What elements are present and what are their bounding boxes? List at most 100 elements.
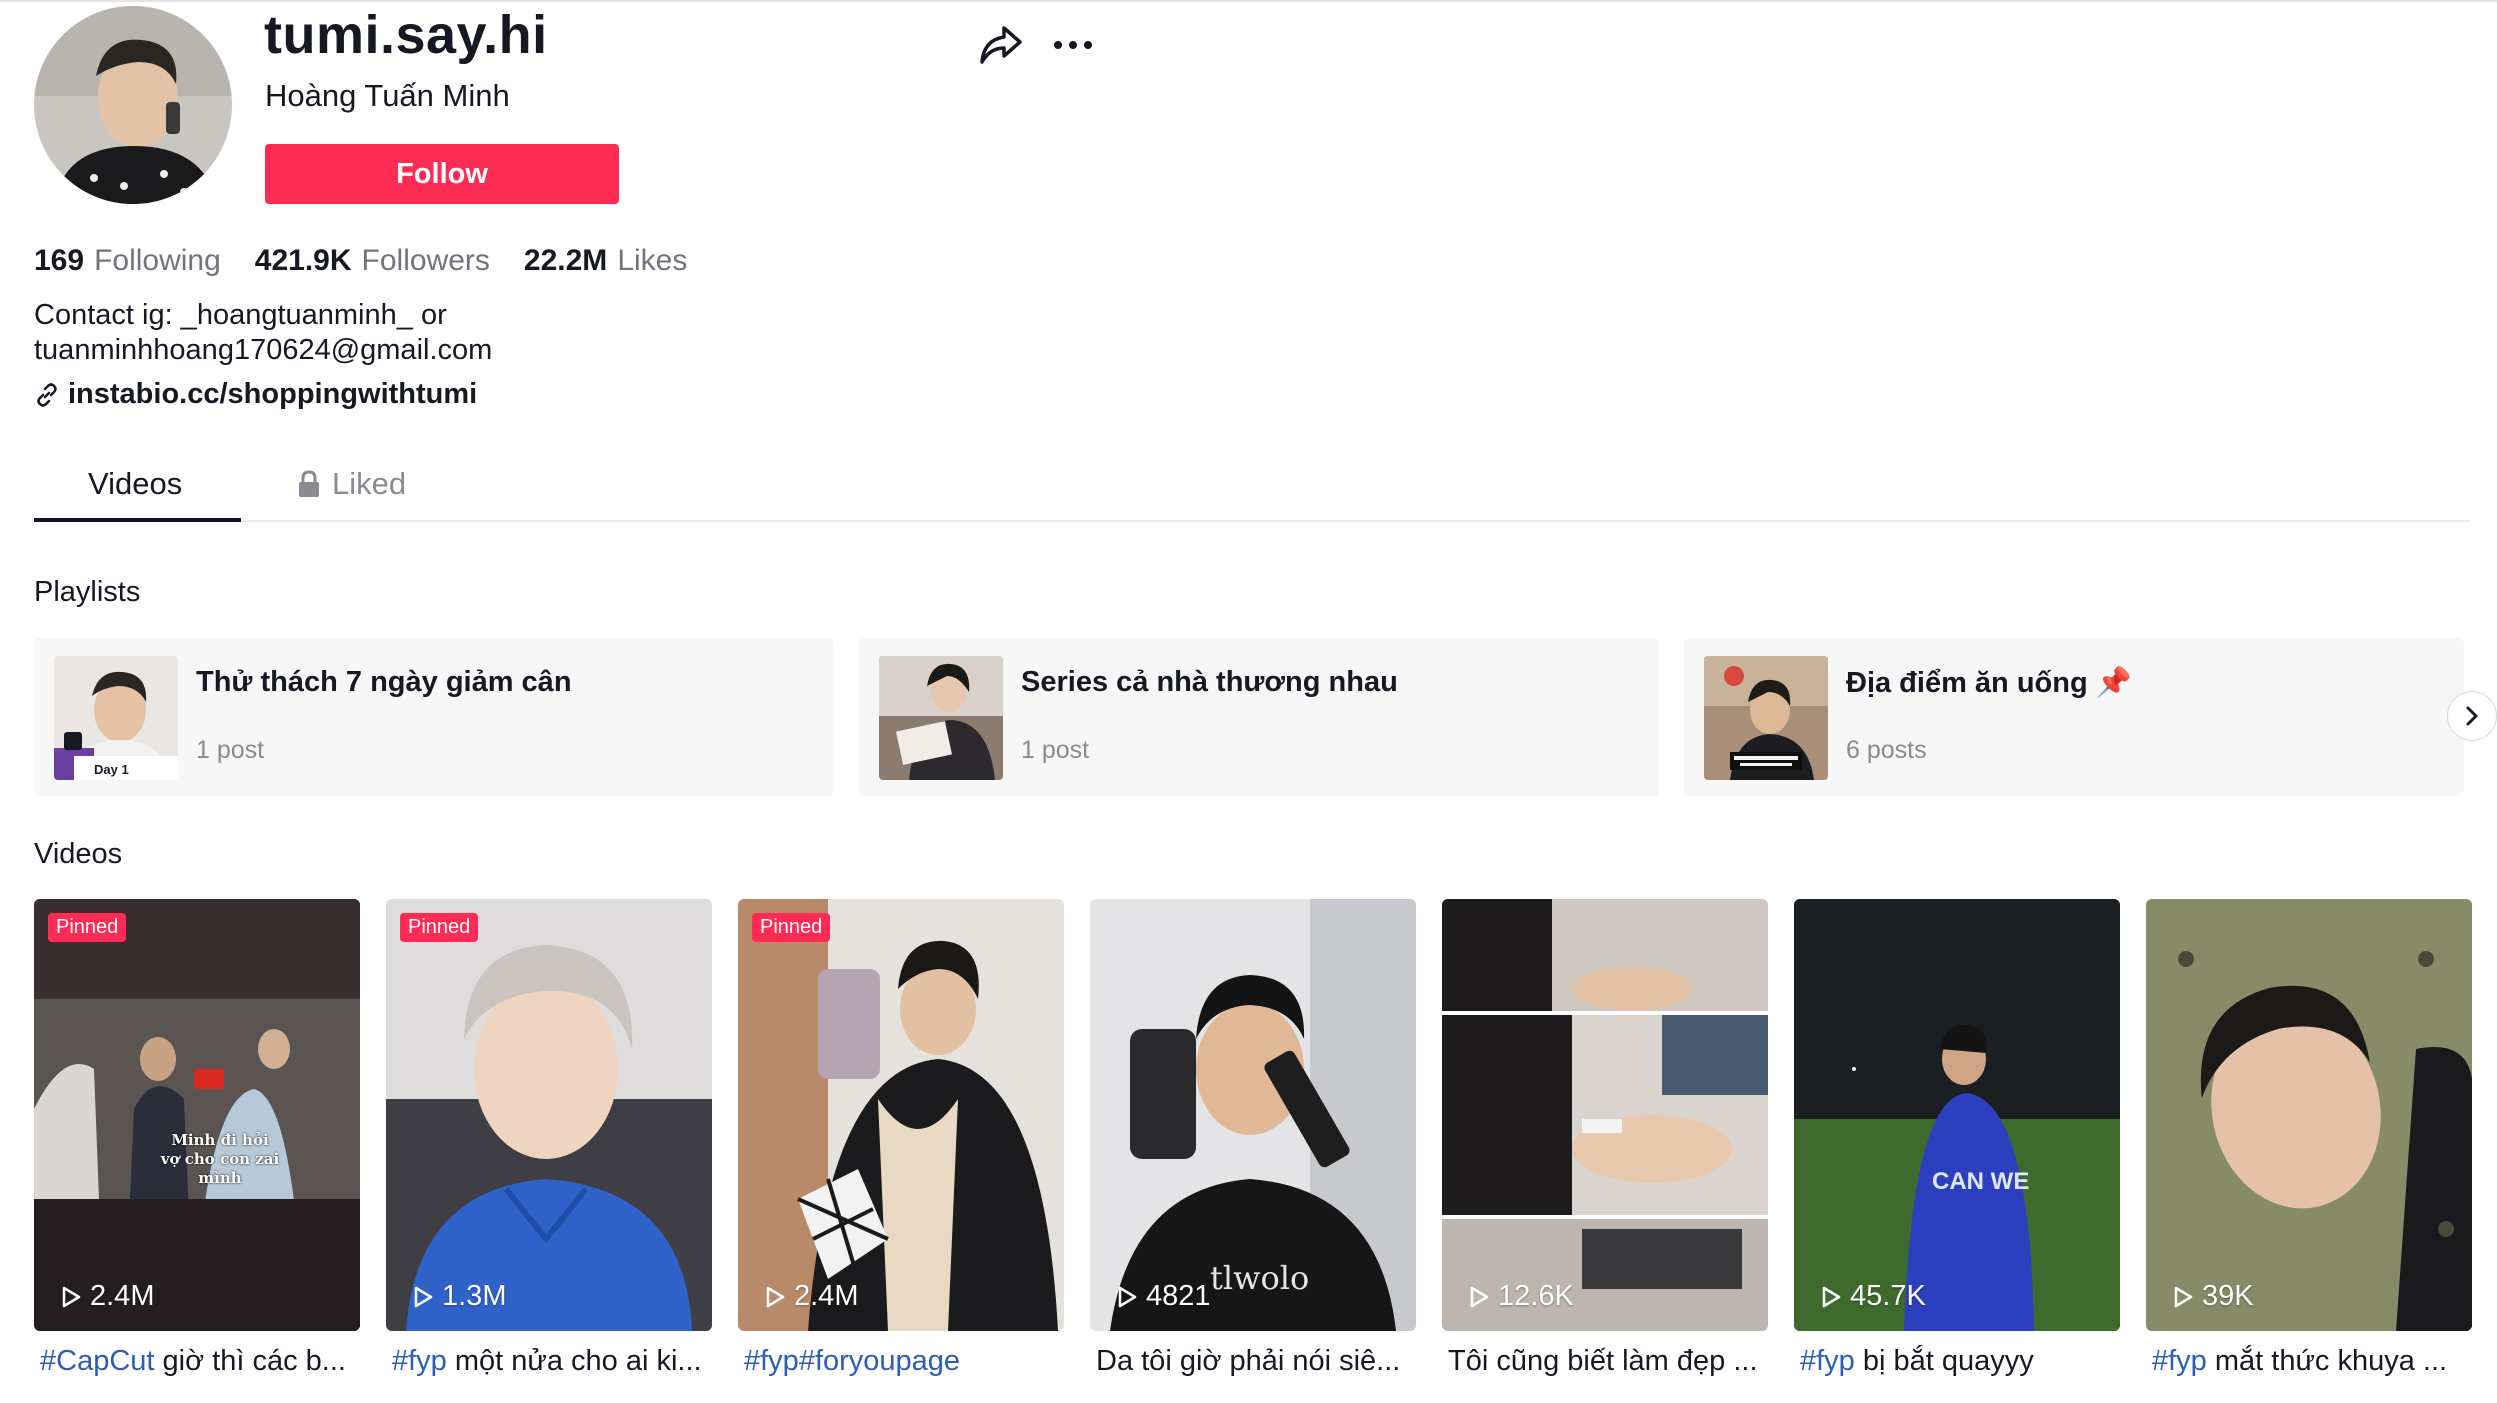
playlist-count: 1 post bbox=[196, 736, 265, 764]
playlist-count: 1 post bbox=[1021, 736, 1090, 764]
stat-following[interactable]: 169 Following bbox=[34, 244, 221, 278]
view-count: 2.4M bbox=[60, 1280, 154, 1313]
pinned-badge: Pinned bbox=[752, 913, 831, 942]
stat-label: Followers bbox=[361, 244, 490, 277]
playlist-thumbnail bbox=[879, 656, 1003, 780]
video-caption[interactable]: Tôi cũng biết làm đẹp ... bbox=[1442, 1345, 1768, 1378]
caption-text: mắt thức khuya ... bbox=[2206, 1345, 2448, 1377]
video-card[interactable]: Pinned 1.3M #fyp một nửa cho ai ki... bbox=[386, 899, 712, 1378]
profile-tabs: Videos Liked bbox=[34, 456, 2470, 522]
follow-button[interactable]: Follow bbox=[265, 144, 619, 204]
caption-text: bị bắt quayyy bbox=[1854, 1345, 2034, 1377]
video-caption[interactable]: #fyp bị bắt quayyy bbox=[1794, 1345, 2120, 1378]
video-thumbnail: 12.6K bbox=[1442, 899, 1768, 1331]
playlist-next-button[interactable] bbox=[2447, 691, 2497, 741]
video-caption[interactable]: #fyp mắt thức khuya ... bbox=[2146, 1345, 2472, 1378]
playlist-title: Series cả nhà thương nhau bbox=[1021, 666, 1398, 698]
playlist-thumbnail: Day 1 bbox=[54, 656, 178, 780]
video-thumbnail: Pinned 1.3M bbox=[386, 899, 712, 1331]
caption-text: giờ thì các b... bbox=[154, 1345, 346, 1377]
view-count-value: 2.4M bbox=[794, 1280, 859, 1312]
play-icon bbox=[2174, 1286, 2193, 1307]
view-count-value: 45.7K bbox=[1850, 1280, 1926, 1312]
hoodie-print: CAN WE bbox=[1932, 1168, 2029, 1195]
caption-text: một nửa cho ai ki... bbox=[446, 1345, 702, 1377]
shirt-print: tlwolo bbox=[1210, 1259, 1309, 1297]
active-tab-indicator bbox=[34, 518, 241, 522]
stat-value: 421.9K bbox=[254, 244, 352, 277]
caption-text: Da tôi giờ phải nói siê... bbox=[1096, 1345, 1401, 1377]
more-options-icon[interactable] bbox=[1050, 30, 1096, 60]
playlist-card[interactable]: Day 1 Thử thách 7 ngày giảm cân 1 post bbox=[34, 638, 834, 796]
tab-liked-label: Liked bbox=[332, 466, 407, 501]
hashtag[interactable]: #fyp#foryoupage bbox=[744, 1345, 960, 1377]
hashtag[interactable]: #fyp bbox=[2152, 1345, 2207, 1377]
top-divider bbox=[0, 0, 2497, 2]
view-count: 39K bbox=[2172, 1280, 2254, 1313]
video-card[interactable]: Pinned 2.4M #fyp#foryoupage bbox=[738, 899, 1064, 1378]
video-thumbnail: CAN WE 45.7K bbox=[1794, 899, 2120, 1331]
bio: Contact ig: _hoangtuanminh_ or tuanminhh… bbox=[34, 298, 492, 368]
video-card[interactable]: tlwolo 4821 Da tôi giờ phải nói siê... bbox=[1090, 899, 1416, 1378]
profile-stats: 169 Following 421.9K Followers 22.2M Lik… bbox=[34, 244, 687, 278]
play-icon bbox=[414, 1286, 433, 1307]
view-count-value: 39K bbox=[2202, 1280, 2254, 1312]
display-name: Hoàng Tuấn Minh bbox=[265, 78, 510, 113]
view-count-value: 2.4M bbox=[90, 1280, 155, 1312]
play-icon bbox=[62, 1286, 81, 1307]
playlist-card[interactable]: Địa điểm ăn uống 📌 6 posts bbox=[1684, 638, 2464, 796]
video-overlay-text: Minh đi hỏi vợ cho con zai mình bbox=[160, 1131, 280, 1187]
view-count: 2.4M bbox=[764, 1280, 858, 1313]
pinned-badge: Pinned bbox=[400, 913, 479, 942]
bio-line: Contact ig: _hoangtuanminh_ or bbox=[34, 299, 447, 331]
video-caption[interactable]: #fyp#foryoupage bbox=[738, 1345, 1064, 1378]
video-caption[interactable]: #CapCut giờ thì các b... bbox=[34, 1345, 360, 1378]
tab-videos[interactable]: Videos bbox=[88, 466, 182, 502]
play-icon bbox=[1118, 1286, 1137, 1307]
play-icon bbox=[766, 1286, 785, 1307]
username: tumi.say.hi bbox=[264, 5, 548, 65]
hashtag[interactable]: #fyp bbox=[392, 1345, 447, 1377]
bio-link[interactable]: instabio.cc/shoppingwithtumi bbox=[34, 378, 477, 411]
view-count-value: 12.6K bbox=[1498, 1280, 1574, 1312]
playlist-count: 6 posts bbox=[1846, 736, 1927, 764]
video-card[interactable]: 39K #fyp mắt thức khuya ... bbox=[2146, 899, 2472, 1378]
stat-followers[interactable]: 421.9K Followers bbox=[255, 244, 490, 278]
stat-likes: 22.2M Likes bbox=[524, 244, 687, 278]
stat-value: 169 bbox=[34, 244, 85, 277]
view-count-value: 4821 bbox=[1146, 1280, 1211, 1312]
pinned-badge: Pinned bbox=[48, 913, 127, 942]
stat-label: Following bbox=[94, 244, 221, 277]
video-thumbnail: Pinned 2.4M bbox=[738, 899, 1064, 1331]
bio-line: tuanminhhoang170624@gmail.com bbox=[34, 334, 493, 366]
view-count: 1.3M bbox=[412, 1280, 506, 1313]
video-card[interactable]: 12.6K Tôi cũng biết làm đẹp ... bbox=[1442, 899, 1768, 1378]
view-count: 12.6K bbox=[1468, 1280, 1574, 1313]
avatar[interactable] bbox=[34, 6, 232, 204]
playlist-title: Thử thách 7 ngày giảm cân bbox=[196, 666, 572, 698]
videos-heading: Videos bbox=[34, 838, 123, 870]
chevron-right-icon bbox=[2466, 706, 2478, 726]
video-caption[interactable]: Da tôi giờ phải nói siê... bbox=[1090, 1345, 1416, 1378]
playlist-thumbnail bbox=[1704, 656, 1828, 780]
video-card[interactable]: CAN WE 45.7K #fyp bị bắt quayyy bbox=[1794, 899, 2120, 1378]
video-thumbnail: 39K bbox=[2146, 899, 2472, 1331]
play-icon bbox=[1470, 1286, 1489, 1307]
playlist-card[interactable]: Series cả nhà thương nhau 1 post bbox=[859, 638, 1659, 796]
hashtag[interactable]: #fyp bbox=[1800, 1345, 1855, 1377]
play-icon bbox=[1822, 1286, 1841, 1307]
video-caption[interactable]: #fyp một nửa cho ai ki... bbox=[386, 1345, 712, 1378]
tab-liked[interactable]: Liked bbox=[296, 466, 406, 502]
hashtag[interactable]: #CapCut bbox=[40, 1345, 154, 1377]
stat-label: Likes bbox=[617, 244, 688, 277]
video-card[interactable]: Pinned Minh đi hỏi vợ cho con zai mình 2… bbox=[34, 899, 360, 1378]
bio-link-text: instabio.cc/shoppingwithtumi bbox=[68, 378, 478, 410]
video-thumbnail: tlwolo 4821 bbox=[1090, 899, 1416, 1331]
share-icon[interactable] bbox=[978, 24, 1024, 66]
playlists-heading: Playlists bbox=[34, 576, 141, 608]
video-thumbnail: Pinned Minh đi hỏi vợ cho con zai mình 2… bbox=[34, 899, 360, 1331]
view-count: 45.7K bbox=[1820, 1280, 1926, 1313]
playlist-title: Địa điểm ăn uống 📌 bbox=[1846, 667, 2132, 699]
link-icon bbox=[37, 382, 57, 407]
view-count: 4821 bbox=[1116, 1280, 1211, 1313]
